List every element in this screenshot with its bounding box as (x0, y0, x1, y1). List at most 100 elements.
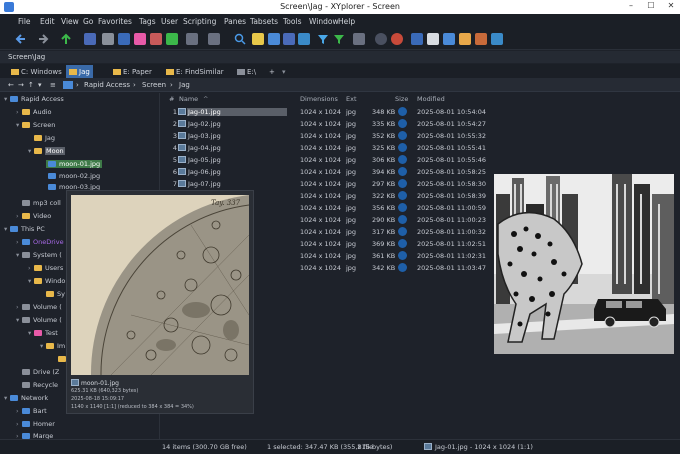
tree-item-drive-z[interactable]: Drive (Z (22, 368, 59, 376)
file-name[interactable]: Jag-05.jpg (187, 156, 287, 164)
maximize-icon[interactable]: ☐ (642, 1, 660, 13)
filter-green-icon[interactable] (333, 33, 345, 45)
tab-c-windows[interactable]: C: Windows (8, 65, 65, 78)
undo-icon[interactable] (186, 33, 198, 45)
list-icon[interactable]: ≡ (50, 81, 56, 89)
basketball-icon[interactable] (391, 33, 403, 45)
color-icon[interactable] (475, 33, 487, 45)
column-name[interactable]: Name (179, 95, 198, 103)
menu-file[interactable]: File (18, 17, 31, 26)
tree-item-volume-1[interactable]: › Volume ( (16, 303, 62, 311)
menu-window[interactable]: Window (309, 17, 339, 26)
tree-icon[interactable] (353, 33, 365, 45)
tree-item-rapid-access[interactable]: ▾ Rapid Access (4, 95, 64, 103)
back-icon[interactable]: ← (8, 81, 14, 89)
breadcrumb-rapid-access[interactable]: Rapid Access (84, 81, 130, 89)
file-name[interactable]: Jag-01.jpg (187, 108, 287, 116)
file-name[interactable]: Jag-03.jpg (187, 132, 287, 140)
minimize-icon[interactable]: – (622, 1, 640, 13)
table-row[interactable]: 5 Jag-05.jpg 1024 x 1024 jpg 306 KB 2025-08-0… (161, 154, 491, 166)
up-icon[interactable] (60, 33, 72, 45)
tab-e-findsimilar[interactable]: E: FindSimilar (163, 65, 227, 78)
back-icon[interactable] (15, 33, 27, 45)
forward-icon[interactable]: → (18, 81, 24, 89)
column-number[interactable]: # (169, 95, 174, 103)
redo-icon[interactable] (208, 33, 220, 45)
history-icon[interactable]: ▾ (38, 81, 42, 89)
tree-item-this-pc[interactable]: ▾ This PC (4, 225, 45, 233)
table-row[interactable]: 1 Jag-01.jpg 1024 x 1024 jpg 348 KB 2025-08-0… (161, 106, 491, 118)
wrench-icon[interactable] (491, 33, 503, 45)
menu-go[interactable]: Go (83, 17, 93, 26)
tree-item-moon-01[interactable]: moon-01.jpg (46, 160, 103, 168)
tree-item-audio[interactable]: › Audio (16, 108, 51, 116)
menu-tabsets[interactable]: Tabsets (250, 17, 278, 26)
tree-item-windows[interactable]: ▾ Windo (28, 277, 65, 285)
column-dimensions[interactable]: Dimensions (300, 95, 338, 103)
refresh-icon[interactable] (102, 33, 114, 45)
note-icon[interactable] (252, 33, 264, 45)
tree-item-volume-2[interactable]: ▾ Volume ( (16, 316, 62, 324)
breadcrumb-jag[interactable]: Jag (179, 81, 190, 89)
file-name[interactable]: Jag-02.jpg (187, 120, 287, 128)
new-tab-button[interactable]: + (266, 65, 278, 78)
panel2-icon[interactable] (443, 33, 455, 45)
tree-item-moon-02[interactable]: moon-02.jpg (48, 172, 100, 180)
file-name[interactable]: Jag-07.jpg (187, 180, 287, 188)
menu-view[interactable]: View (61, 17, 79, 26)
tree-item-users[interactable]: › Users (28, 264, 63, 272)
tree-item-system[interactable]: ▾ System ( (16, 251, 62, 259)
tree-item-homer[interactable]: › Homer (16, 420, 55, 428)
menu-help[interactable]: Help (338, 17, 355, 26)
file-name[interactable]: Jag-04.jpg (187, 144, 287, 152)
tree-item-moon[interactable]: ▾ Moon (28, 147, 65, 155)
menu-favorites[interactable]: Favorites (98, 17, 132, 26)
panel-icon[interactable] (268, 33, 280, 45)
gem-icon[interactable] (298, 33, 310, 45)
menu-tools[interactable]: Tools (283, 17, 301, 26)
menu-scripting[interactable]: Scripting (183, 17, 216, 26)
dual-pane-icon[interactable] (411, 33, 423, 45)
menu-tags[interactable]: Tags (139, 17, 156, 26)
move-icon[interactable] (166, 33, 178, 45)
settings-icon[interactable] (459, 33, 471, 45)
tree-item-network[interactable]: ▾ Network (4, 394, 48, 402)
filter-icon[interactable] (317, 33, 329, 45)
search-icon[interactable] (234, 33, 246, 45)
tab-e-paper[interactable]: E: Paper (110, 65, 155, 78)
list-icon[interactable] (283, 33, 295, 45)
drive-icon[interactable] (118, 33, 130, 45)
file-name[interactable]: Jag-06.jpg (187, 168, 287, 176)
tree-item-images[interactable]: ▾ Im (40, 342, 65, 350)
tree-item-system32[interactable]: Sy (46, 290, 65, 298)
favorites-icon[interactable] (84, 33, 96, 45)
tab-dropdown-icon[interactable]: ▾ (279, 65, 289, 78)
address-bar[interactable]: Screen\Jag (0, 51, 680, 63)
table-row[interactable]: 7 Jag-07.jpg 1024 x 1024 jpg 297 KB 2025-08-0… (161, 178, 491, 190)
tree-item-bart[interactable]: › Bart (16, 407, 47, 415)
close-icon[interactable]: ✕ (662, 1, 680, 13)
tree-item-screen[interactable]: ▾ Screen (16, 121, 55, 129)
column-modified[interactable]: Modified (417, 95, 445, 103)
menu-edit[interactable]: Edit (40, 17, 55, 26)
menu-user[interactable]: User (161, 17, 178, 26)
copy-icon[interactable] (150, 33, 162, 45)
tree-item-recycle[interactable]: Recycle (22, 381, 58, 389)
breadcrumb-screen[interactable]: Screen (142, 81, 166, 89)
forward-icon[interactable] (37, 33, 49, 45)
tab-jag[interactable]: Jag (66, 65, 93, 78)
tab-e-root[interactable]: E:\ (234, 65, 259, 78)
grid-icon[interactable] (427, 33, 439, 45)
address-text[interactable]: Screen\Jag (8, 53, 45, 61)
menu-panes[interactable]: Panes (224, 17, 246, 26)
tree-item-mp3[interactable]: mp3 coll (22, 199, 61, 207)
theme-icon[interactable] (375, 33, 387, 45)
column-size[interactable]: Size (395, 95, 408, 103)
table-row[interactable]: 6 Jag-06.jpg 1024 x 1024 jpg 394 KB 2025-08-0… (161, 166, 491, 178)
tag-icon[interactable] (134, 33, 146, 45)
tree-item-onedrive[interactable]: › OneDrive (16, 238, 64, 246)
up-icon[interactable]: ↑ (28, 81, 34, 89)
tree-item-jag[interactable]: Jag (28, 134, 55, 142)
table-row[interactable]: 2 Jag-02.jpg 1024 x 1024 jpg 335 KB 2025-08-0… (161, 118, 491, 130)
table-row[interactable]: 3 Jag-03.jpg 1024 x 1024 jpg 352 KB 2025-08-0… (161, 130, 491, 142)
